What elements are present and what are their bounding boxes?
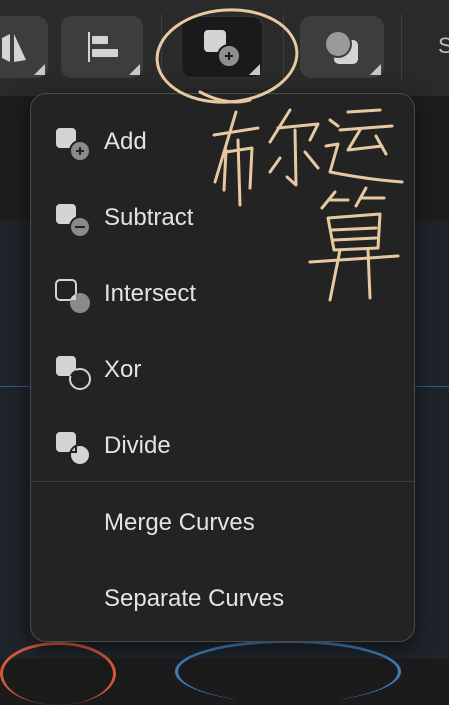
boolean-divide-icon	[56, 432, 91, 466]
canvas-shape	[0, 642, 116, 705]
menu-item-label: Add	[104, 128, 147, 155]
menu-item-intersect[interactable]: Intersect	[31, 263, 414, 323]
boolean-intersect-icon	[55, 279, 90, 313]
align-button[interactable]	[61, 16, 143, 78]
mask-button[interactable]	[300, 16, 384, 78]
menu-item-label: Divide	[104, 432, 171, 459]
menu-indicator-icon	[34, 64, 45, 75]
boolean-subtract-icon	[56, 204, 91, 238]
menu-item-subtract[interactable]: Subtract	[31, 187, 414, 247]
menu-indicator-icon	[129, 64, 140, 75]
toolbar-separator	[401, 14, 402, 80]
boolean-xor-icon	[56, 356, 91, 390]
boolean-operations-menu: Add Subtract Intersect Xor Divide Merge …	[30, 93, 415, 642]
menu-item-divide[interactable]: Divide	[31, 415, 414, 475]
menu-indicator-icon	[370, 64, 381, 75]
boolean-operations-button[interactable]	[181, 16, 263, 78]
menu-item-separate-curves[interactable]: Separate Curves	[31, 568, 414, 628]
canvas-shape	[175, 640, 401, 703]
toolbar-cut-label: S	[438, 33, 449, 58]
menu-item-label: Xor	[104, 356, 142, 383]
menu-item-label: Intersect	[104, 280, 197, 307]
menu-item-label: Merge Curves	[104, 509, 255, 536]
menu-item-add[interactable]: Add	[31, 111, 414, 171]
menu-divider	[31, 481, 414, 482]
boolean-add-icon	[56, 128, 91, 162]
menu-item-label: Subtract	[104, 204, 194, 231]
menu-item-xor[interactable]: Xor	[31, 339, 414, 399]
menu-item-merge-curves[interactable]: Merge Curves	[31, 492, 414, 552]
toolbar-separator	[283, 14, 284, 80]
menu-indicator-icon	[249, 64, 260, 75]
toolbar: S	[0, 0, 449, 96]
mirror-button[interactable]	[0, 16, 48, 78]
toolbar-separator	[161, 14, 162, 80]
menu-item-label: Separate Curves	[104, 585, 285, 612]
